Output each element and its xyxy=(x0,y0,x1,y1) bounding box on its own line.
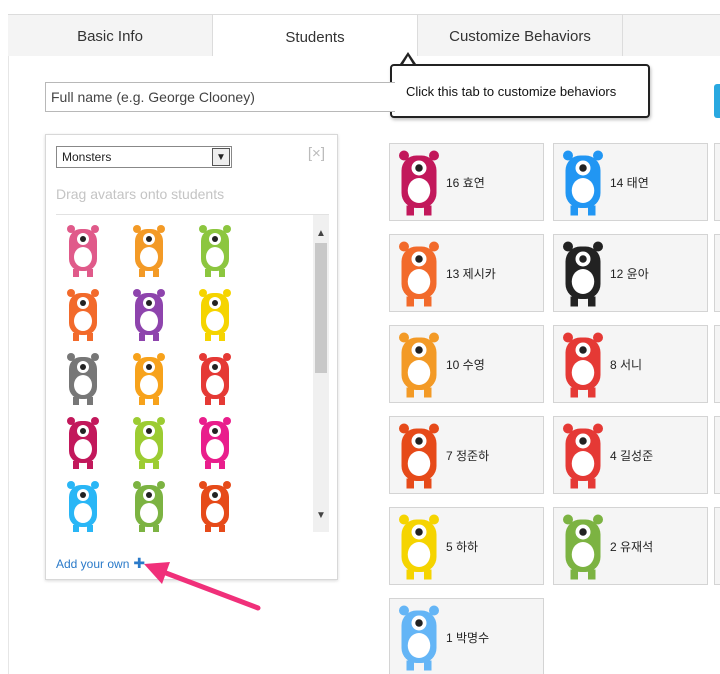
pink-one-eye-monster-icon[interactable] xyxy=(192,415,238,471)
add-student-button[interactable] xyxy=(714,84,720,118)
student-name: 1 박명수 xyxy=(446,631,490,645)
student-card-partial[interactable] xyxy=(714,507,720,585)
student-card-partial[interactable] xyxy=(714,143,720,221)
black-yellow-monster-icon xyxy=(394,512,444,582)
chevron-down-icon[interactable]: ▼ xyxy=(212,148,230,166)
scrollbar-thumb[interactable] xyxy=(315,243,327,373)
student-name: 10 수영 xyxy=(446,358,485,372)
student-name: 13 제시카 xyxy=(446,267,496,281)
avatar-category-value: Monsters xyxy=(62,150,112,164)
red-monster-icon xyxy=(558,421,608,491)
tooltip: Click this tab to customize behaviors xyxy=(390,64,650,118)
close-panel-button[interactable]: [×] xyxy=(308,145,325,162)
cyan-monster-icon[interactable] xyxy=(60,479,106,532)
tab-next[interactable] xyxy=(623,15,720,57)
red-orange-monster-icon[interactable] xyxy=(60,287,106,343)
tab-students[interactable]: Students xyxy=(213,15,418,59)
student-name: 4 길성준 xyxy=(610,449,654,463)
purple-monster-icon[interactable] xyxy=(126,287,172,343)
student-card[interactable]: 1 박명수 xyxy=(389,598,544,674)
green-tall-monster-icon[interactable] xyxy=(126,479,172,532)
avatar-category-select[interactable]: Monsters ▼ xyxy=(56,146,232,168)
student-card[interactable]: 16 효연 xyxy=(389,143,544,221)
student-name: 5 하하 xyxy=(446,540,479,554)
green-monster-icon[interactable] xyxy=(192,223,238,279)
student-card[interactable]: 13 제시카 xyxy=(389,234,544,312)
red-furry-monster-icon[interactable] xyxy=(192,479,238,532)
student-card[interactable]: 2 유재석 xyxy=(553,507,708,585)
tooltip-text: Click this tab to customize behaviors xyxy=(406,83,617,99)
student-name: 16 효연 xyxy=(446,176,485,190)
magenta-monster-icon[interactable] xyxy=(60,415,106,471)
student-card[interactable]: 8 서니 xyxy=(553,325,708,403)
add-your-own-link[interactable]: Add your own ✚ xyxy=(56,555,145,572)
tab-basic-info[interactable]: Basic Info xyxy=(8,15,213,57)
student-name-input[interactable] xyxy=(45,82,395,112)
orange-monster-icon xyxy=(394,330,444,400)
red-monster-icon[interactable] xyxy=(192,351,238,407)
scroll-down-icon[interactable]: ▼ xyxy=(313,507,329,523)
student-name: 7 정준하 xyxy=(446,449,490,463)
annotation-arrow-icon xyxy=(144,562,261,611)
student-card[interactable]: 14 태연 xyxy=(553,143,708,221)
orange-monster-icon[interactable] xyxy=(126,223,172,279)
red-orange-monster-icon xyxy=(394,239,444,309)
avatar-scrollbar[interactable]: ▲ ▼ xyxy=(313,215,329,532)
grey-horned-monster-icon[interactable] xyxy=(60,351,106,407)
lime-monster-icon[interactable] xyxy=(126,415,172,471)
add-your-own-label: Add your own xyxy=(56,556,130,571)
black-white-monster-icon xyxy=(558,239,608,309)
student-card-partial[interactable] xyxy=(714,234,720,312)
tab-bar: Basic Info Students Customize Behaviors xyxy=(8,14,720,59)
green-cyclops-monster-icon xyxy=(558,512,608,582)
blue-monster-icon xyxy=(558,148,608,218)
avatar-grid: ▲ ▼ xyxy=(56,214,329,532)
tab-customize-behaviors[interactable]: Customize Behaviors xyxy=(418,15,623,57)
magenta-monster-icon xyxy=(394,148,444,218)
avatar-panel: Monsters ▼ [×] Drag avatars onto student… xyxy=(45,134,338,580)
student-name: 14 태연 xyxy=(610,176,649,190)
student-name: 8 서니 xyxy=(610,358,643,372)
student-name: 12 윤아 xyxy=(610,267,649,281)
blue-four-eyed-monster-icon xyxy=(394,603,444,673)
black-yellow-monster-icon[interactable] xyxy=(192,287,238,343)
student-card[interactable]: 5 하하 xyxy=(389,507,544,585)
drag-hint: Drag avatars onto students xyxy=(56,186,225,202)
student-card[interactable]: 12 윤아 xyxy=(553,234,708,312)
student-name: 2 유재석 xyxy=(610,540,654,554)
student-card[interactable]: 7 정준하 xyxy=(389,416,544,494)
orange-cyclops-monster-icon[interactable] xyxy=(126,351,172,407)
scroll-up-icon[interactable]: ▲ xyxy=(313,225,329,241)
red-furry-monster-icon xyxy=(394,421,444,491)
red-monster-icon xyxy=(558,330,608,400)
student-card[interactable]: 4 길성준 xyxy=(553,416,708,494)
student-card[interactable]: 10 수영 xyxy=(389,325,544,403)
student-card-partial[interactable] xyxy=(714,325,720,403)
pink-cyclops-monster-icon[interactable] xyxy=(60,223,106,279)
student-card-partial[interactable] xyxy=(714,416,720,494)
